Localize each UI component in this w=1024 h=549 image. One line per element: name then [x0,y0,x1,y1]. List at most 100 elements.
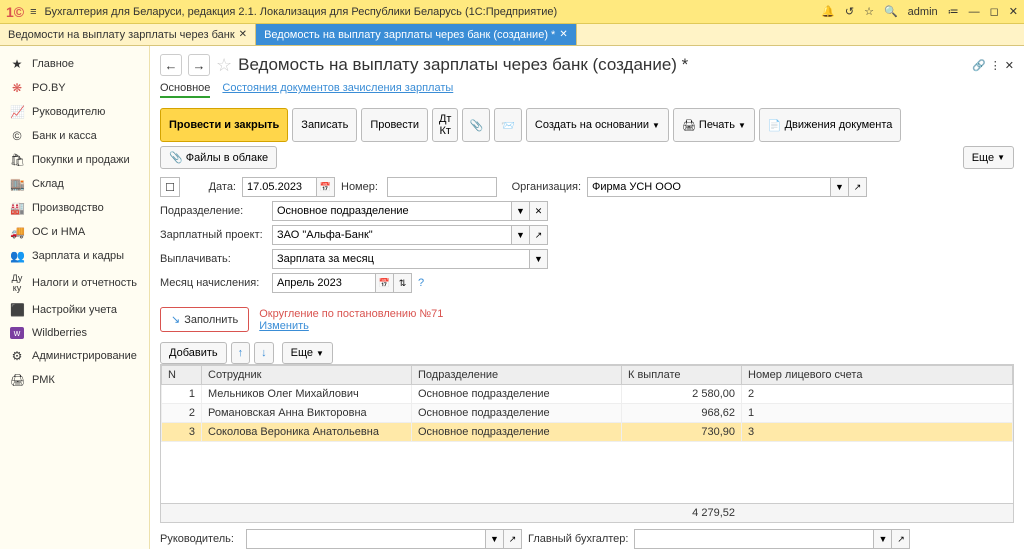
fill-label: Заполнить [184,314,238,326]
chart-icon: 📈 [10,105,24,119]
sidebar-item-settings[interactable]: ⬛Настройки учета [0,298,149,322]
settings-icon[interactable]: ≔ [948,5,959,18]
accountant-input[interactable] [634,529,874,549]
sidebar-item-rmk[interactable]: 🖨РМК [0,368,149,392]
star-icon[interactable]: ☆ [864,5,874,18]
print-button[interactable]: 🖨 Печать ▼ [673,108,755,142]
sidebar-label: Wildberries [32,327,87,339]
sidebar-label: PO.BY [32,82,66,94]
dropdown-icon[interactable]: ▼ [512,225,530,245]
dt-icon-button[interactable]: ДтКт [432,108,459,142]
fill-button[interactable]: ↘ Заполнить [160,307,249,332]
help-icon[interactable]: ? [418,277,424,289]
col-n[interactable]: N [162,366,202,385]
col-employee[interactable]: Сотрудник [202,366,412,385]
tab-close-icon[interactable]: ✕ [239,29,247,40]
sidebar-item-main[interactable]: ★Главное [0,52,149,76]
employees-table-container: N Сотрудник Подразделение К выплате Номе… [160,364,1014,504]
number-input[interactable] [387,177,497,197]
col-account[interactable]: Номер лицевого счета [742,366,1013,385]
user-label[interactable]: admin [908,6,938,18]
date-input[interactable] [242,177,317,197]
checkbox-icon[interactable]: ☐ [160,177,180,197]
col-dept[interactable]: Подразделение [412,366,622,385]
forward-button[interactable]: → [188,54,210,76]
manager-input[interactable] [246,529,486,549]
sidebar-item-salary[interactable]: 👥Зарплата и кадры [0,244,149,268]
dropdown-icon[interactable]: ▼ [512,201,530,221]
sidebar-item-taxes[interactable]: ДукуНалоги и отчетность [0,268,149,298]
link-icon[interactable]: 🔗 [972,59,986,72]
round-label: Округление по постановлению №71 [259,308,443,320]
attach-icon-button[interactable]: 📎 [462,108,490,142]
sidebar-item-production[interactable]: 🏭Производство [0,196,149,220]
open-icon[interactable]: ↗ [530,225,548,245]
change-link[interactable]: Изменить [259,320,309,332]
more-button[interactable]: Еще ▼ [963,146,1014,169]
open-icon[interactable]: ↗ [504,529,522,549]
tab-document[interactable]: Ведомость на выплату зарплаты через банк… [256,24,577,45]
msg-icon-button[interactable]: 📨 [494,108,522,142]
dropdown-icon[interactable]: ▼ [831,177,849,197]
subtab-states[interactable]: Состояния документов зачисления зарплаты [222,82,453,98]
cell-name: Мельников Олег Михайлович [202,385,412,404]
tabs-row: Ведомости на выплату зарплаты через банк… [0,24,1024,46]
move-up-button[interactable]: ↑ [231,342,251,364]
stepper-icon[interactable]: ⇅ [394,273,412,293]
menu-icon[interactable]: ≡ [30,6,36,18]
search-icon[interactable]: 🔍 [884,5,898,18]
movements-button[interactable]: 📄 Движения документа [759,108,902,142]
paytype-input[interactable] [272,249,530,269]
dept-input[interactable] [272,201,512,221]
post-button[interactable]: Провести [361,108,428,142]
close-page-icon[interactable]: ✕ [1005,59,1014,72]
sidebar-item-manager[interactable]: 📈Руководителю [0,100,149,124]
open-icon[interactable]: ↗ [849,177,867,197]
table-row[interactable]: 2 Романовская Анна Викторовна Основное п… [162,404,1013,423]
move-down-button[interactable]: ↓ [254,342,274,364]
cell-amount: 2 580,00 [622,385,742,404]
month-input[interactable] [272,273,376,293]
bag-icon: 🛍 [10,153,24,167]
minimize-icon[interactable]: — [969,6,980,18]
cloud-files-button[interactable]: 📎 Файлы в облаке [160,146,277,169]
kebab-icon[interactable]: ⋮ [990,59,1001,72]
table-more-button[interactable]: Еще ▼ [282,342,333,364]
close-icon[interactable]: ✕ [1009,5,1018,18]
cell-dept: Основное подразделение [412,404,622,423]
dropdown-icon[interactable]: ▼ [530,249,548,269]
table-row[interactable]: 3 Соколова Вероника Анатольевна Основное… [162,423,1013,442]
sidebar-item-warehouse[interactable]: 🏬Склад [0,172,149,196]
sidebar-item-admin[interactable]: ⚙Администрирование [0,344,149,368]
calendar-icon[interactable]: 📅 [317,177,335,197]
sidebar-item-assets[interactable]: 🚚ОС и НМА [0,220,149,244]
dropdown-icon[interactable]: ▼ [874,529,892,549]
fill-section: ↘ Заполнить Округление по постановлению … [160,307,1014,332]
post-close-button[interactable]: Провести и закрыть [160,108,288,142]
dropdown-icon[interactable]: ▼ [486,529,504,549]
project-input[interactable] [272,225,512,245]
cell-acct: 3 [742,423,1013,442]
favorite-star-icon[interactable]: ☆ [216,55,232,76]
tab-close-icon[interactable]: ✕ [559,29,567,40]
open-icon[interactable]: ↗ [892,529,910,549]
add-row-button[interactable]: Добавить [160,342,227,364]
poby-icon: ❋ [10,81,24,95]
save-button[interactable]: Записать [292,108,357,142]
back-button[interactable]: ← [160,54,182,76]
sidebar-item-sales[interactable]: 🛍Покупки и продажи [0,148,149,172]
org-input[interactable] [587,177,831,197]
history-icon[interactable]: ↺ [845,5,854,18]
create-based-button[interactable]: Создать на основании ▼ [526,108,669,142]
calendar-icon[interactable]: 📅 [376,273,394,293]
bell-icon[interactable]: 🔔 [821,5,835,18]
table-row[interactable]: 1 Мельников Олег Михайлович Основное под… [162,385,1013,404]
col-amount[interactable]: К выплате [622,366,742,385]
clear-icon[interactable]: ✕ [530,201,548,221]
maximize-icon[interactable]: ◻ [990,5,999,18]
subtab-main[interactable]: Основное [160,82,210,98]
sidebar-item-poby[interactable]: ❋ PO.BY [0,76,149,100]
tab-list[interactable]: Ведомости на выплату зарплаты через банк… [0,24,256,45]
sidebar-item-wildberries[interactable]: wWildberries [0,322,149,344]
sidebar-item-bank[interactable]: ©Банк и касса [0,124,149,148]
